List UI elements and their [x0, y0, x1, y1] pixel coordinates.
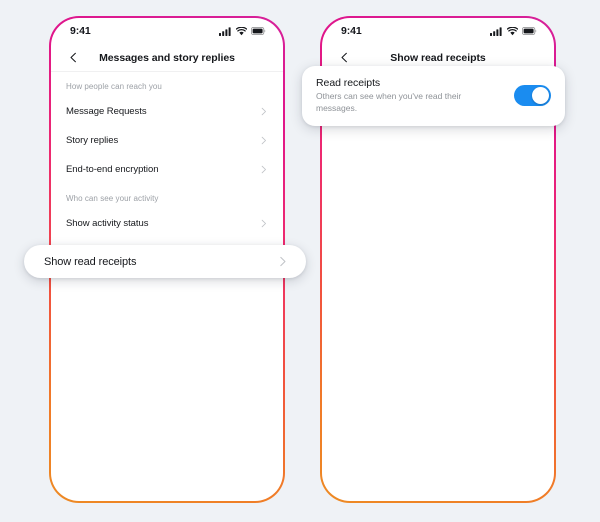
page-title: Show read receipts: [390, 51, 486, 64]
battery-icon: [522, 27, 537, 35]
list-item-story-replies[interactable]: Story replies: [66, 126, 268, 155]
page-title: Messages and story replies: [99, 51, 235, 64]
read-receipts-description: Others can see when you've read their me…: [316, 91, 462, 113]
list-item-label: Show activity status: [66, 218, 149, 229]
list-item-message-requests[interactable]: Message Requests: [66, 97, 268, 126]
wifi-icon: [236, 26, 247, 35]
list-item-label: Story replies: [66, 135, 119, 146]
chevron-left-icon: [340, 52, 347, 63]
cellular-signal-icon: [490, 26, 502, 36]
status-icons-group: [219, 26, 266, 36]
read-receipts-text-block: Read receipts Others can see when you've…: [316, 77, 506, 115]
list-item-label: End-to-end encryption: [66, 164, 159, 175]
screenshot-canvas: 9:41 Messages and story replies How peop…: [0, 0, 600, 522]
status-icons-group: [490, 26, 537, 36]
chevron-right-icon: [261, 136, 266, 145]
settings-list: How people can reach you Message Request…: [51, 72, 283, 238]
back-button[interactable]: [336, 50, 352, 66]
list-item-end-to-end-encryption[interactable]: End-to-end encryption: [66, 155, 268, 184]
list-item-show-activity-status[interactable]: Show activity status: [66, 209, 268, 238]
highlight-card-read-receipts: Read receipts Others can see when you've…: [302, 66, 565, 126]
status-bar-right: 9:41: [322, 18, 554, 44]
status-time: 9:41: [70, 25, 91, 37]
highlight-pill-label: Show read receipts: [44, 255, 137, 268]
cellular-signal-icon: [219, 26, 231, 36]
back-button[interactable]: [65, 50, 81, 66]
chevron-left-icon: [69, 52, 76, 63]
toggle-knob: [532, 87, 549, 105]
chevron-right-icon: [261, 165, 266, 174]
chevron-right-icon: [261, 219, 266, 228]
wifi-icon: [507, 26, 518, 35]
battery-icon: [251, 27, 266, 35]
list-item-label: Message Requests: [66, 106, 147, 117]
chevron-right-icon: [280, 256, 286, 267]
chevron-right-icon: [261, 107, 266, 116]
section-label-see-activity: Who can see your activity: [66, 194, 159, 203]
status-time: 9:41: [341, 25, 362, 37]
status-bar-left: 9:41: [51, 18, 283, 44]
read-receipts-title: Read receipts: [316, 77, 381, 89]
highlight-pill-show-read-receipts[interactable]: Show read receipts: [24, 245, 306, 278]
nav-header-left: Messages and story replies: [51, 44, 283, 72]
section-label-reach-you: How people can reach you: [66, 82, 162, 91]
read-receipts-toggle[interactable]: [514, 85, 551, 107]
